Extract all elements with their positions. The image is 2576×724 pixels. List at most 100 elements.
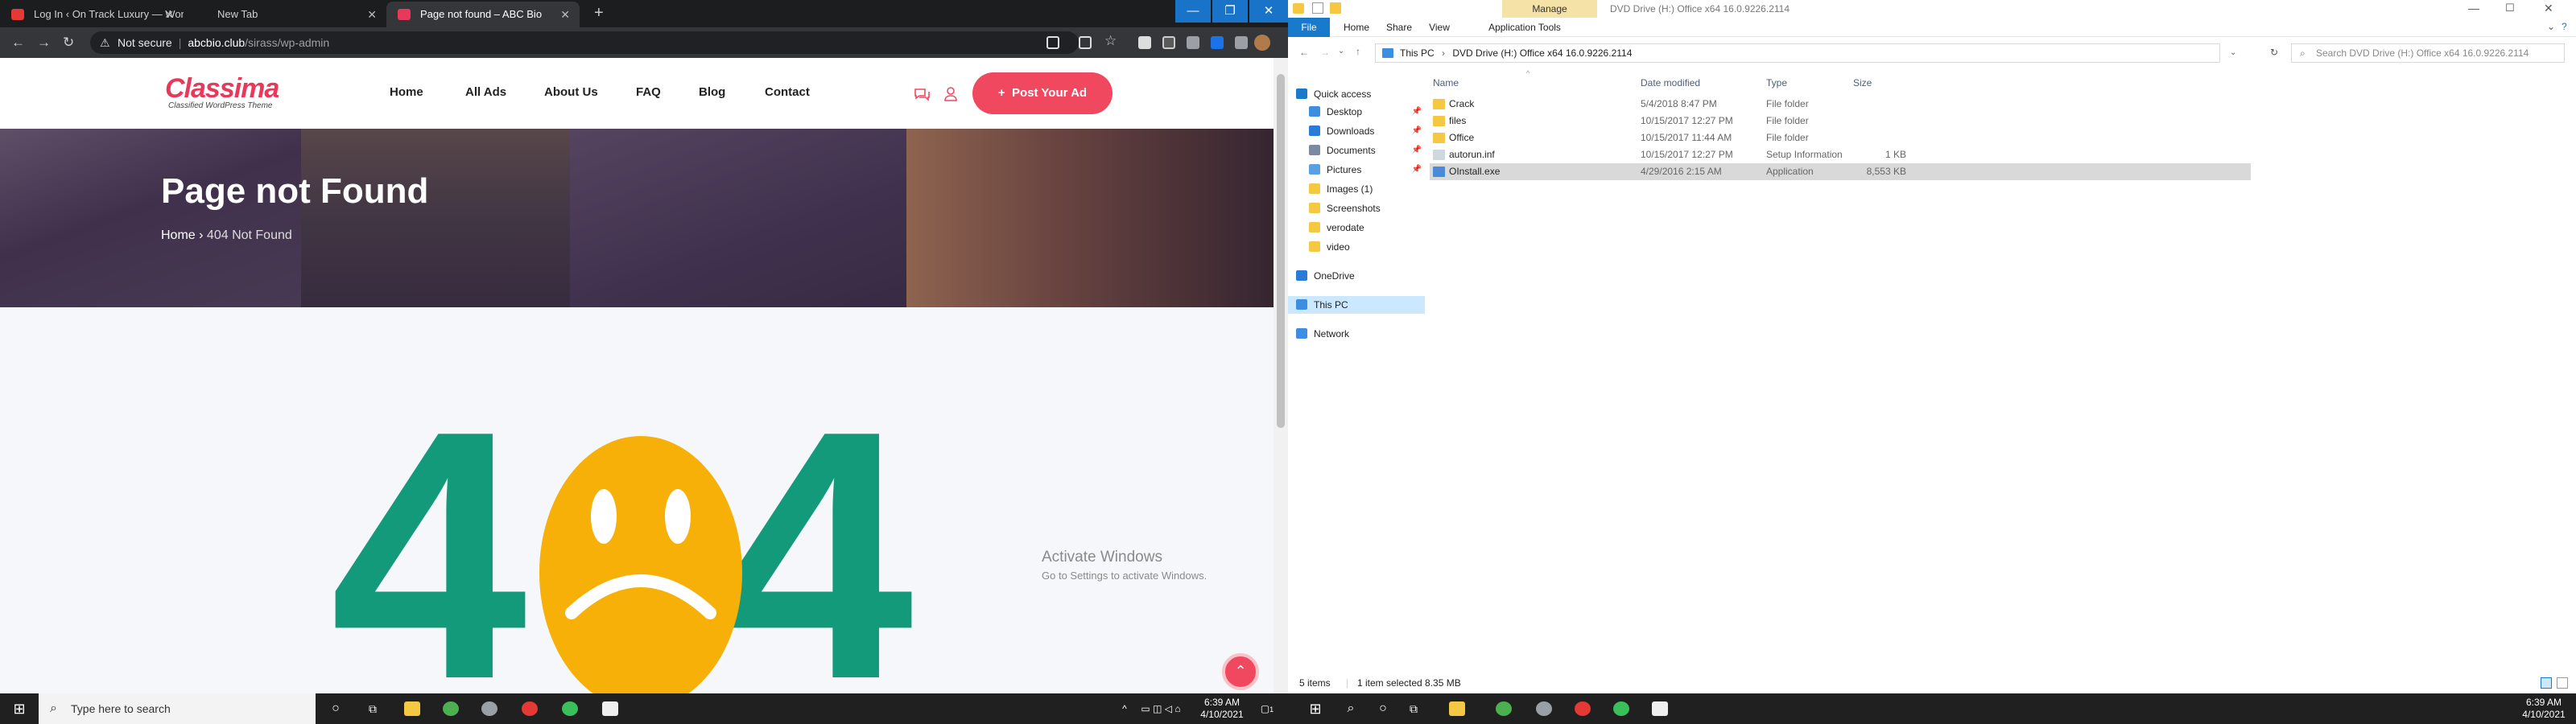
nav-item-screenshots[interactable]: Screenshots	[1288, 200, 1425, 217]
menu-faq[interactable]: FAQ	[636, 85, 661, 99]
back-icon[interactable]: ←	[11, 35, 25, 51]
address-dropdown-icon[interactable]: ⌄	[2230, 48, 2236, 57]
breadcrumb-home-link[interactable]: Home	[161, 228, 196, 242]
explorer-address-bar[interactable]: This PC › DVD Drive (H:) Office x64 16.0…	[1375, 43, 2220, 63]
column-type[interactable]: Type	[1766, 74, 1787, 92]
reload-icon[interactable]: ↻	[63, 35, 74, 51]
help-icon[interactable]: ?	[2562, 21, 2567, 32]
nav-item-quick-access[interactable]: Quick access	[1288, 85, 1425, 103]
scroll-to-top-button[interactable]: ⌃	[1222, 653, 1259, 690]
system-tray-icons[interactable]: ▭ ◫ ◁ ⌂	[1132, 693, 1190, 724]
tab-login[interactable]: Log In ‹ On Track Luxury — WordPress ✕	[0, 2, 184, 27]
expand-ribbon-icon[interactable]: ⌄	[2547, 21, 2555, 32]
forward-icon[interactable]: →	[37, 35, 51, 51]
whatsapp-taskbar-icon[interactable]	[562, 701, 578, 716]
menu-about-us[interactable]: About Us	[544, 85, 598, 99]
new-tab-button[interactable]: +	[594, 5, 604, 21]
task-view-icon[interactable]: ⧉	[361, 693, 385, 724]
app-taskbar-icon[interactable]	[481, 701, 497, 716]
ribbon-tab-application-tools[interactable]: Application Tools	[1475, 18, 1575, 37]
menu-blog[interactable]: Blog	[699, 85, 725, 99]
properties-icon[interactable]	[1312, 2, 1323, 14]
path-this-pc[interactable]: This PC	[1400, 47, 1435, 59]
nav-item-images-1[interactable]: Images (1)	[1288, 180, 1425, 198]
cortana-icon-2[interactable]: ○	[1368, 693, 1397, 724]
whatsapp-taskbar-icon-2[interactable]	[1613, 701, 1629, 716]
profile-avatar[interactable]	[1254, 35, 1270, 51]
app-taskbar-icon-2[interactable]	[1536, 701, 1552, 716]
cortana-icon[interactable]: ○	[324, 693, 348, 724]
camera-extension-icon[interactable]	[1138, 36, 1151, 49]
user-icon[interactable]	[942, 85, 960, 103]
chat-icon[interactable]	[913, 85, 931, 103]
chrome-taskbar-icon-2[interactable]	[1496, 701, 1512, 716]
nav-item-pictures[interactable]: Pictures 📌	[1288, 161, 1425, 179]
shield-extension-icon[interactable]	[1162, 36, 1175, 49]
maximize-button[interactable]: ❐	[1212, 0, 1248, 23]
taskbar-clock-left[interactable]: 6:39 AM 4/10/2021	[1190, 697, 1254, 721]
ribbon-tab-view[interactable]: View	[1423, 18, 1455, 37]
qr-code-icon[interactable]	[1079, 36, 1092, 49]
file-row[interactable]: autorun.inf 10/15/2017 12:27 PM Setup Info…	[1430, 146, 2251, 163]
close-window-button[interactable]: ✕	[1249, 0, 1288, 23]
scrollbar-thumb[interactable]	[1277, 74, 1285, 428]
minimize-button[interactable]: —	[1175, 0, 1211, 23]
new-folder-icon[interactable]	[1330, 2, 1341, 14]
file-explorer-taskbar-icon[interactable]	[404, 701, 420, 716]
details-view-icon[interactable]	[2541, 677, 2552, 689]
column-size[interactable]: Size	[1853, 74, 1872, 92]
install-app-icon[interactable]	[1046, 36, 1059, 49]
file-row[interactable]: files 10/15/2017 12:27 PM File folder	[1430, 113, 2251, 130]
menu-all-ads[interactable]: All Ads	[465, 85, 506, 99]
bookmark-star-icon[interactable]: ☆	[1104, 33, 1117, 49]
site-logo[interactable]: Classima Classified WordPress Theme	[165, 74, 279, 110]
forward-icon[interactable]: →	[1320, 47, 1330, 58]
back-icon[interactable]: ←	[1299, 47, 1309, 58]
close-window-button[interactable]: ✕	[2544, 2, 2553, 15]
windows-start-icon-2[interactable]: ⊞	[1298, 693, 1333, 724]
task-view-icon-2[interactable]: ⧉	[1399, 693, 1428, 724]
ribbon-tab-share[interactable]: Share	[1381, 18, 1417, 37]
address-bar[interactable]: ⚠ Not secure | abcbio.club/sirass/wp-admin	[90, 31, 1079, 54]
nav-item-downloads[interactable]: Downloads 📌	[1288, 122, 1425, 140]
chrome-taskbar-icon[interactable]	[443, 701, 459, 716]
nav-item-documents[interactable]: Documents 📌	[1288, 142, 1425, 159]
nav-item-desktop[interactable]: Desktop 📌	[1288, 103, 1425, 121]
opera-taskbar-icon-2[interactable]	[1575, 701, 1591, 716]
show-hidden-icons-icon[interactable]: ^	[1117, 693, 1132, 724]
refresh-icon[interactable]: ↻	[2270, 47, 2278, 58]
menu-home[interactable]: Home	[390, 85, 423, 99]
large-icons-view-icon[interactable]	[2557, 677, 2568, 689]
post-your-ad-button[interactable]: + Post Your Ad	[972, 72, 1113, 114]
nav-item-network[interactable]: Network	[1288, 325, 1425, 343]
up-folder-icon[interactable]: ↑	[1356, 46, 1360, 57]
file-row[interactable]: Crack 5/4/2018 8:47 PM File folder	[1430, 96, 2251, 113]
opera-taskbar-icon[interactable]	[522, 701, 538, 716]
file-explorer-taskbar-icon-2[interactable]	[1449, 701, 1465, 716]
file-row[interactable]: Office 10/15/2017 11:44 AM File folder	[1430, 130, 2251, 146]
media-control-icon[interactable]	[1235, 36, 1248, 49]
puzzle-extension-icon[interactable]	[1211, 36, 1224, 49]
page-scrollbar[interactable]	[1274, 58, 1288, 693]
minimize-button[interactable]: —	[2468, 2, 2479, 14]
ribbon-tab-home[interactable]: Home	[1338, 18, 1375, 37]
tab-new-tab[interactable]: New Tab ✕	[184, 2, 386, 27]
close-tab-icon[interactable]: ✕	[367, 2, 377, 27]
nav-item-verodate[interactable]: verodate	[1288, 219, 1425, 237]
ribbon-tab-file[interactable]: File	[1288, 18, 1330, 37]
shield-taskbar-icon-2[interactable]	[1652, 701, 1668, 716]
column-name[interactable]: Name	[1433, 74, 1459, 92]
maximize-button[interactable]: ☐	[2505, 2, 2515, 14]
column-date-modified[interactable]: Date modified	[1641, 74, 1700, 92]
nav-item-this-pc[interactable]: This PC	[1288, 296, 1425, 314]
nav-item-video[interactable]: video	[1288, 238, 1425, 256]
close-tab-icon[interactable]: ✕	[560, 2, 570, 27]
nav-item-onedrive[interactable]: OneDrive	[1288, 267, 1425, 285]
windows-start-icon[interactable]: ⊞	[0, 693, 39, 724]
path-dvd-drive[interactable]: DVD Drive (H:) Office x64 16.0.9226.2114	[1452, 47, 1632, 59]
file-row[interactable]: OInstall.exe 4/29/2016 2:15 AM Application…	[1430, 163, 2251, 180]
tab-page-not-found[interactable]: Page not found – ABC Bio ✕	[386, 2, 580, 27]
menu-contact[interactable]: Contact	[765, 85, 810, 99]
taskbar-search-box[interactable]: ⌕ Type here to search	[39, 693, 316, 724]
shield-taskbar-icon[interactable]	[602, 701, 618, 716]
